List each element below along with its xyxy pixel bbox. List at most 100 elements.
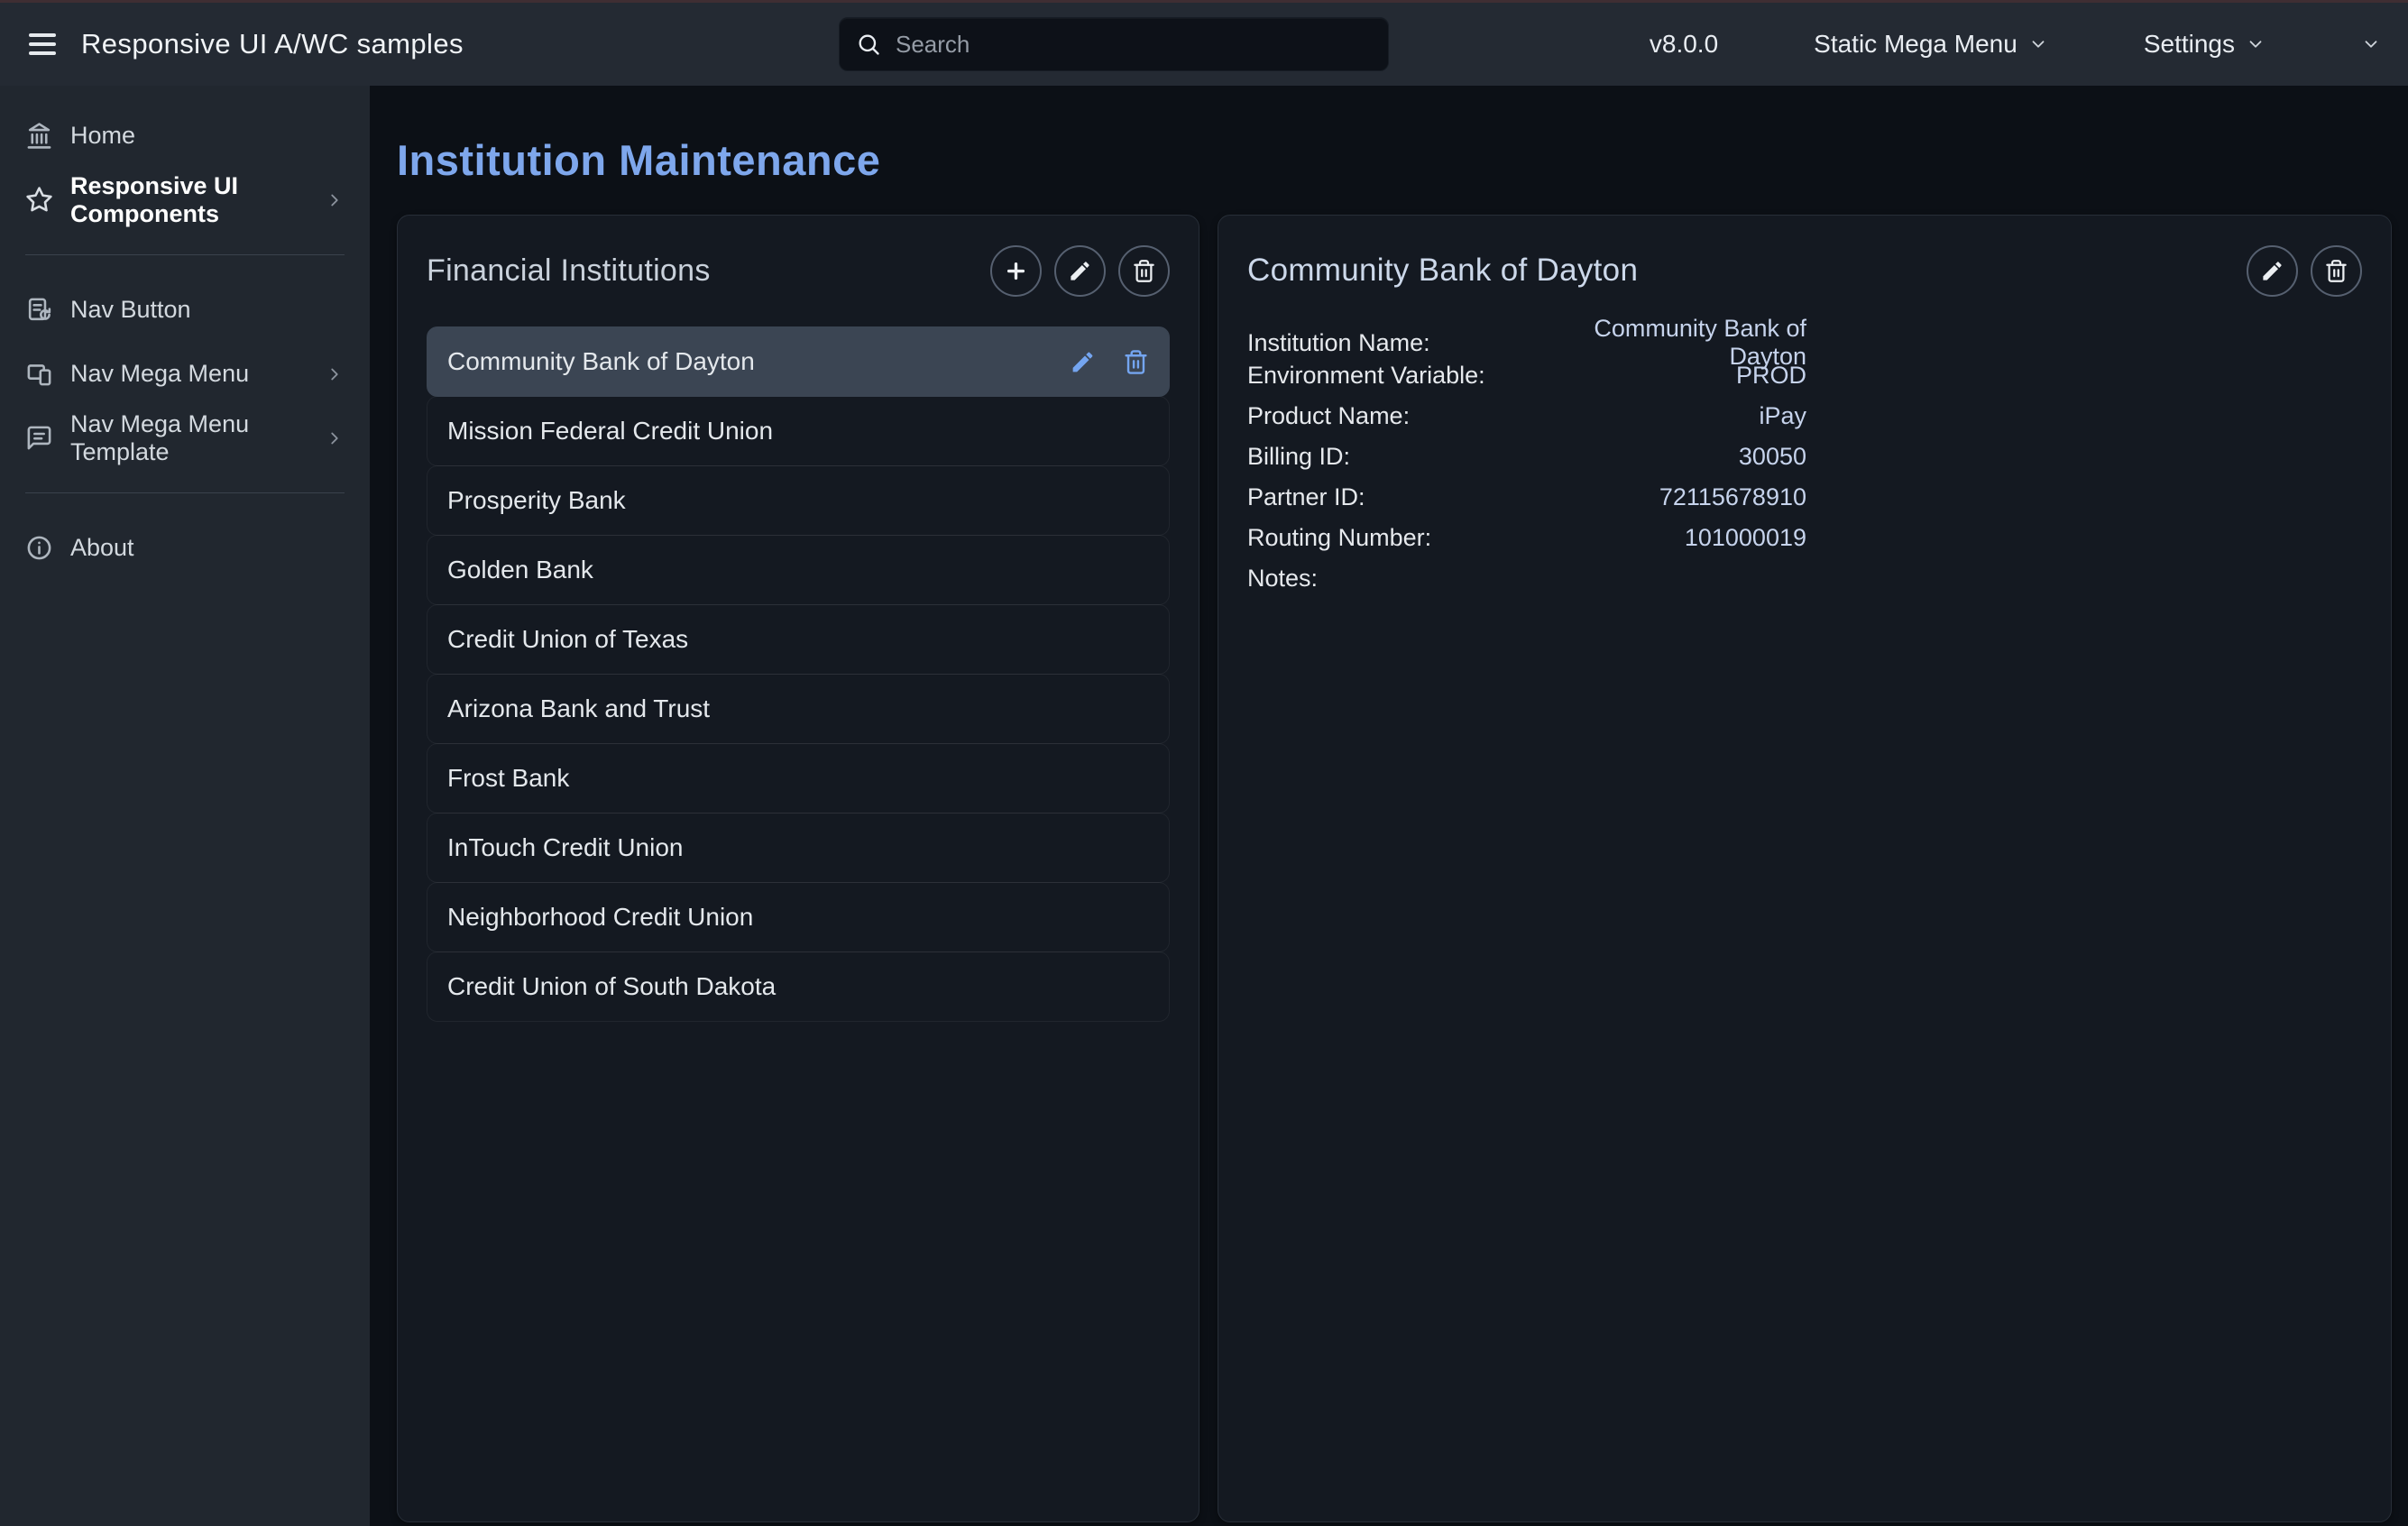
search-box[interactable] xyxy=(839,17,1389,71)
detail-row: Billing ID: 30050 xyxy=(1247,437,2362,477)
edit-institution-button[interactable] xyxy=(1054,245,1106,297)
list-item[interactable]: Neighborhood Credit Union xyxy=(427,882,1170,952)
sidebar-divider xyxy=(25,492,345,493)
detail-value: PROD xyxy=(1545,362,1806,390)
sidebar-item-about[interactable]: About xyxy=(0,516,370,580)
detail-row: Notes: xyxy=(1247,558,2362,599)
sidebar-item-label: Responsive UI Components xyxy=(70,172,308,228)
chevron-down-icon xyxy=(2361,34,2381,54)
pencil-icon xyxy=(1070,349,1096,375)
chevron-right-icon xyxy=(325,364,345,384)
theme-dropdown[interactable] xyxy=(2307,30,2381,59)
detail-row: Partner ID: 72115678910 xyxy=(1247,477,2362,518)
sidebar-item-nav-mega-menu[interactable]: Nav Mega Menu xyxy=(0,342,370,406)
sidebar-item-nav-mega-menu-template[interactable]: Nav Mega Menu Template xyxy=(0,406,370,470)
sidebar-item-label: Nav Button xyxy=(70,296,191,324)
sidebar-item-label: Nav Mega Menu Template xyxy=(70,410,308,466)
edit-row-button[interactable] xyxy=(1070,349,1096,375)
detail-label: Notes: xyxy=(1247,565,1545,593)
sidebar-item-label: Home xyxy=(70,122,135,150)
topbar: Responsive UI A/WC samples v8.0.0 Static… xyxy=(0,3,2408,86)
search-icon xyxy=(856,32,881,57)
devices-icon xyxy=(25,360,53,388)
institution-name: Arizona Bank and Trust xyxy=(447,694,710,723)
detail-label: Partner ID: xyxy=(1247,483,1545,511)
list-item[interactable]: Credit Union of Texas xyxy=(427,604,1170,675)
detail-value: iPay xyxy=(1545,402,1806,430)
settings-dropdown[interactable]: Settings xyxy=(2090,30,2266,59)
detail-row: Institution Name: Community Bank of Dayt… xyxy=(1247,315,2362,355)
search-input[interactable] xyxy=(894,30,1372,60)
institution-list: Community Bank of Dayton Mission Federal… xyxy=(427,326,1170,1022)
list-item-selected[interactable]: Community Bank of Dayton xyxy=(427,326,1170,397)
institution-name: Frost Bank xyxy=(447,764,569,793)
main-content: Institution Maintenance Financial Instit… xyxy=(370,86,2408,1526)
chevron-right-icon xyxy=(325,428,345,448)
gear-icon xyxy=(2090,30,2133,59)
message-square-icon xyxy=(25,424,53,452)
detail-label: Routing Number: xyxy=(1247,524,1545,552)
trash-icon xyxy=(1123,349,1149,375)
detail-label: Product Name: xyxy=(1247,402,1545,430)
detail-value: 72115678910 xyxy=(1545,483,1806,511)
pencil-icon xyxy=(1068,259,1092,283)
mega-menu-dropdown[interactable]: Static Mega Menu xyxy=(1760,30,2048,59)
topbar-right: v8.0.0 Static Mega Menu Settings xyxy=(1650,30,2381,59)
sidebar-item-nav-button[interactable]: Nav Button xyxy=(0,278,370,342)
detail-label: Institution Name: xyxy=(1247,329,1545,357)
list-item[interactable]: Prosperity Bank xyxy=(427,465,1170,536)
home-icon xyxy=(25,122,53,150)
institution-name: Community Bank of Dayton xyxy=(447,347,755,376)
institution-name: Prosperity Bank xyxy=(447,486,626,515)
detail-label: Billing ID: xyxy=(1247,443,1545,471)
institution-name: InTouch Credit Union xyxy=(447,833,683,862)
trash-icon xyxy=(1132,259,1156,283)
card-title: Financial Institutions xyxy=(427,253,711,289)
settings-label: Settings xyxy=(2144,30,2235,59)
delete-institution-button[interactable] xyxy=(1118,245,1170,297)
sidebar-item-label: About xyxy=(70,534,134,562)
list-item[interactable]: InTouch Credit Union xyxy=(427,813,1170,883)
sidebar-item-home[interactable]: Home xyxy=(0,104,370,168)
institution-detail-card: Community Bank of Dayton Institution Nam… xyxy=(1218,215,2392,1522)
star-icon xyxy=(25,186,53,214)
sidebar: Home Responsive UI Components Nav Button xyxy=(0,86,370,1526)
sidebar-item-label: Nav Mega Menu xyxy=(70,360,249,388)
list-item[interactable]: Frost Bank xyxy=(427,743,1170,814)
pencil-icon xyxy=(2260,259,2284,283)
delete-row-button[interactable] xyxy=(1123,349,1149,375)
trash-icon xyxy=(2324,259,2348,283)
list-item[interactable]: Golden Bank xyxy=(427,535,1170,605)
hamburger-menu-icon[interactable] xyxy=(27,30,58,59)
sun-icon xyxy=(2307,30,2350,59)
detail-value: 101000019 xyxy=(1545,524,1806,552)
detail-value: 30050 xyxy=(1545,443,1806,471)
nav-button-icon xyxy=(25,296,53,324)
institution-name: Credit Union of Texas xyxy=(447,625,688,654)
mega-menu-label: Static Mega Menu xyxy=(1814,30,2017,59)
info-icon xyxy=(25,534,53,562)
detail-row: Routing Number: 101000019 xyxy=(1247,518,2362,558)
detail-card-title: Community Bank of Dayton xyxy=(1247,253,1638,289)
app-title: Responsive UI A/WC samples xyxy=(81,28,464,60)
financial-institutions-card: Financial Institutions xyxy=(397,215,1199,1522)
list-item[interactable]: Credit Union of South Dakota xyxy=(427,951,1170,1022)
detail-label: Environment Variable: xyxy=(1247,362,1545,390)
detail-fields: Institution Name: Community Bank of Dayt… xyxy=(1247,315,2362,599)
sidebar-divider xyxy=(25,254,345,255)
add-institution-button[interactable] xyxy=(990,245,1042,297)
institution-name: Credit Union of South Dakota xyxy=(447,972,776,1001)
sidebar-item-responsive-ui-components[interactable]: Responsive UI Components xyxy=(0,168,370,232)
institution-name: Mission Federal Credit Union xyxy=(447,417,773,446)
chevron-right-icon xyxy=(325,190,345,210)
delete-detail-button[interactable] xyxy=(2311,245,2362,297)
list-item[interactable]: Arizona Bank and Trust xyxy=(427,674,1170,744)
edit-detail-button[interactable] xyxy=(2247,245,2298,297)
institution-name: Neighborhood Credit Union xyxy=(447,903,753,932)
page-title: Institution Maintenance xyxy=(397,135,2392,185)
mega-menu-icon xyxy=(1760,30,1803,59)
institution-name: Golden Bank xyxy=(447,556,593,584)
list-item[interactable]: Mission Federal Credit Union xyxy=(427,396,1170,466)
chevron-down-icon xyxy=(2246,34,2266,54)
detail-row: Environment Variable: PROD xyxy=(1247,355,2362,396)
